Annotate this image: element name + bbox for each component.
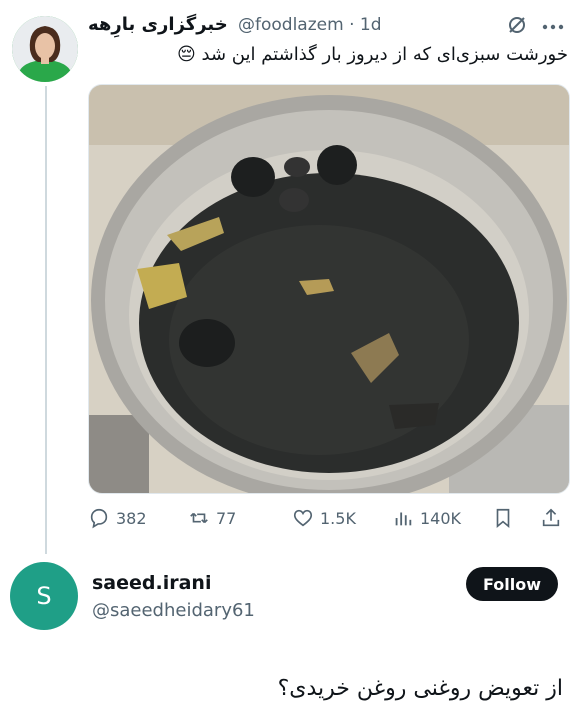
views-icon [395, 512, 412, 526]
views-action[interactable]: 140K [392, 505, 461, 531]
separator: · [349, 15, 355, 35]
like-action[interactable]: 1.5K [292, 505, 356, 531]
tweet-photo[interactable] [88, 84, 570, 494]
like-count: 1.5K [320, 508, 356, 528]
reply-author-name[interactable]: saeed.irani [92, 572, 211, 594]
share-icon [542, 508, 560, 527]
tweet-text: خورشت سبزی‌ای که از دیروز بار گذاشتم این… [177, 44, 568, 65]
like-icon [293, 509, 313, 527]
more-icon[interactable] [540, 18, 566, 30]
retweet-icon [190, 512, 208, 524]
views-count: 140K [420, 508, 462, 528]
reply-icon [90, 508, 108, 529]
bookmark-button[interactable] [492, 505, 520, 531]
follow-button[interactable]: Follow [466, 567, 558, 601]
tweet-header: خبرگزاری بارِهه @foodlazem · 1d [88, 10, 568, 36]
reply-avatar[interactable]: S [10, 562, 78, 630]
share-button[interactable] [540, 505, 568, 531]
author-name[interactable]: خبرگزاری بارِهه [88, 14, 228, 35]
retweet-action[interactable]: 77 [188, 505, 236, 531]
reply-avatar-letter: S [36, 582, 52, 610]
tweet-time[interactable]: 1d [360, 15, 382, 35]
author-avatar[interactable] [12, 16, 78, 82]
author-handle-line[interactable]: @foodlazem · 1d [238, 15, 382, 35]
author-handle[interactable]: @foodlazem [238, 15, 344, 35]
reply-text: از تعویض روغنی روغن خریدی؟ [277, 676, 563, 701]
tweet-actions: 382 77 1.5K 140K [88, 505, 568, 531]
reply-action[interactable]: 382 [88, 505, 147, 531]
nosign-icon[interactable] [506, 14, 528, 36]
thread-line [45, 86, 47, 554]
reply-count: 382 [116, 508, 147, 528]
reply-author-handle[interactable]: @saeedheidary61 [92, 600, 255, 621]
retweet-count: 77 [216, 508, 237, 528]
bookmark-icon [496, 508, 510, 529]
